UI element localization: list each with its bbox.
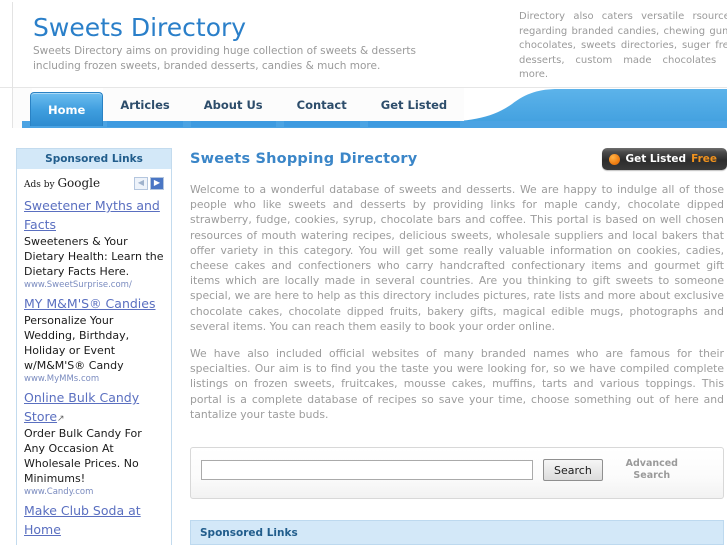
list-item: Online Bulk Candy Store↗ Order Bulk Cand…	[24, 387, 164, 498]
search-row: Search Advanced Search	[191, 448, 723, 486]
ads-by-row: Ads by Google ◀ ▶	[24, 175, 164, 191]
nav-item-get-listed[interactable]: Get Listed	[363, 88, 465, 127]
nav-item-about-us[interactable]: About Us	[186, 88, 280, 127]
ad-title-link[interactable]: Make Club Soda at Home	[24, 503, 141, 537]
main-navigation: Home Articles About Us Contact Get Liste…	[0, 88, 727, 128]
sponsored-links-footer-title: Sponsored Links	[200, 527, 298, 539]
intro-paragraph-2: We have also included official websites …	[190, 347, 724, 421]
sidebar: Sponsored Links Ads by Google ◀ ▶ Sweete…	[16, 148, 172, 545]
nav-item-contact[interactable]: Contact	[279, 88, 364, 127]
search-button[interactable]: Search	[543, 459, 603, 481]
sponsored-links-footer: Sponsored Links	[190, 520, 724, 545]
get-listed-free-button[interactable]: Get Listed Free	[602, 148, 727, 170]
get-listed-label: Get Listed	[625, 153, 687, 165]
nav-item-label: Contact	[296, 97, 347, 112]
nav-item-articles[interactable]: Articles	[103, 88, 187, 127]
main-header-row: Sweets Shopping Directory Get Listed Fre…	[186, 148, 727, 182]
header-blurb: Directory also caters versatile rsources…	[519, 11, 727, 80]
site-title: Sweets Directory	[33, 13, 247, 42]
ad-description: Order Bulk Candy For Any Occasion At Who…	[24, 427, 142, 485]
page-body: Sponsored Links Ads by Google ◀ ▶ Sweete…	[0, 136, 727, 545]
nav-underline	[107, 121, 183, 127]
google-wordmark: Google	[57, 176, 101, 190]
ad-description: Sweeteners & Your Dietary Health: Learn …	[24, 235, 164, 278]
nav-item-label: About Us	[203, 97, 263, 112]
main-content: Sweets Shopping Directory Get Listed Fre…	[186, 136, 727, 545]
list-item: MY M&M'S® Candies Personalize Your Weddi…	[24, 293, 164, 385]
ads-pager: ◀ ▶	[134, 176, 164, 190]
ad-url: www.SweetSurprise.com/	[24, 280, 132, 290]
site-tagline: Sweets Directory aims on providing huge …	[33, 45, 416, 72]
chevron-left-icon[interactable]: ◀	[134, 176, 148, 190]
shopping-cart-icon: ↗	[57, 414, 65, 424]
ad-url: www.Candy.com	[24, 487, 94, 497]
ad-title-link[interactable]: Sweetener Myths and Facts	[24, 198, 160, 232]
ads-by-google-logo: Ads by Google	[24, 176, 100, 190]
site-header: Sweets Directory Sweets Directory aims o…	[0, 0, 727, 88]
ad-title-link[interactable]: MY M&M'S® Candies	[24, 296, 155, 311]
list-item: Make Club Soda at Home	[24, 500, 164, 538]
nav-underline	[283, 121, 360, 127]
ads-by-label: Ads by	[24, 180, 58, 190]
nav-item-label: Articles	[120, 97, 170, 112]
list-item: Sweetener Myths and Facts Sweeteners & Y…	[24, 195, 164, 291]
header-inner: Sweets Directory Sweets Directory aims o…	[12, 2, 727, 88]
ad-title-link[interactable]: Online Bulk Candy Store	[24, 390, 139, 424]
ad-description: Personalize Your Wedding, Birthday, Holi…	[24, 314, 130, 372]
page-title: Sweets Shopping Directory	[190, 151, 418, 167]
page-root: Sweets Directory Sweets Directory aims o…	[0, 0, 727, 545]
nav-underline	[190, 121, 276, 127]
sidebar-panel-title: Sponsored Links	[17, 148, 171, 169]
nav-item-home[interactable]: Home	[30, 92, 104, 126]
search-input[interactable]	[201, 460, 533, 480]
nav-item-label: Home	[48, 102, 86, 117]
intro-paragraph-1: Welcome to a wonderful database of sweet…	[190, 183, 724, 333]
sidebar-ads: Ads by Google ◀ ▶ Sweetener Myths and Fa…	[17, 169, 171, 538]
chevron-right-icon[interactable]: ▶	[150, 176, 164, 190]
nav-item-label: Get Listed	[380, 97, 448, 112]
get-listed-free-label: Free	[691, 153, 717, 165]
nav-underline	[367, 121, 461, 127]
orange-dot-icon	[609, 153, 621, 165]
nav-items: Home Articles About Us Contact Get Liste…	[30, 88, 465, 128]
ad-url: www.MyMMs.com	[24, 374, 100, 384]
directory-search-panel: Search Advanced Search	[190, 447, 724, 499]
advanced-search-link[interactable]: Advanced Search	[613, 458, 691, 482]
